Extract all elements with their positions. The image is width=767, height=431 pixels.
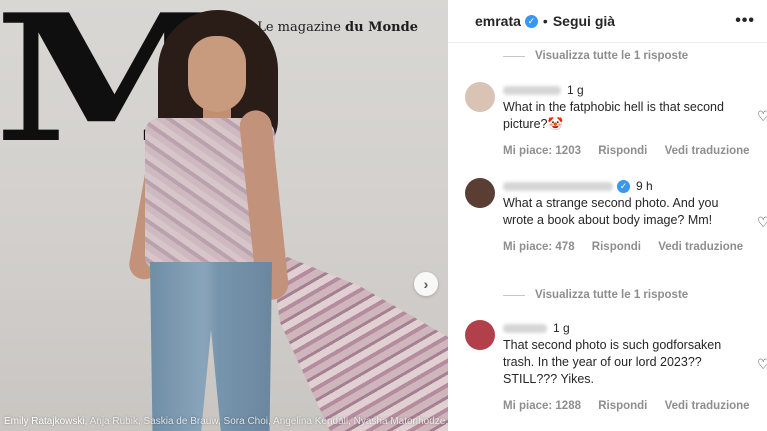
avatar[interactable]: [465, 178, 495, 208]
reply-button[interactable]: Rispondi: [592, 241, 641, 253]
following-button[interactable]: Segui già: [553, 13, 615, 29]
header-username[interactable]: emrata: [475, 13, 521, 29]
photo-caption: Emily Ratajkowski, Anja Rubik, Saskia de…: [4, 416, 448, 427]
view-replies-link[interactable]: Visualizza tutte le 1 risposte: [503, 289, 688, 301]
comment-body: 1 g That second photo is such godforsake…: [503, 320, 755, 412]
comment-actions: Mi piace: 478 Rispondi Vedi traduzione: [503, 241, 755, 253]
reply-button[interactable]: Rispondi: [598, 145, 647, 157]
comment-body: 1 g What in the fatphobic hell is that s…: [503, 82, 755, 157]
replies-line: [503, 294, 525, 296]
comment-username[interactable]: [503, 85, 561, 95]
caption-rest: Anja Rubik, Saskia de Brauw, Sora Choi, …: [87, 416, 448, 427]
comment-time: 1 g: [567, 83, 584, 97]
comment-time: 9 h: [636, 179, 653, 193]
translate-button[interactable]: Vedi traduzione: [665, 145, 750, 157]
comment-header: ✓ 9 h: [503, 178, 755, 194]
reply-button[interactable]: Rispondi: [598, 400, 647, 412]
likes-count[interactable]: Mi piace: 1288: [503, 400, 581, 412]
comment-username[interactable]: [503, 323, 547, 333]
more-options-icon[interactable]: •••: [735, 12, 755, 30]
comment-text: That second photo is such godforsaken tr…: [503, 338, 722, 386]
likes-count[interactable]: Mi piace: 1203: [503, 145, 581, 157]
verified-badge-icon: ✓: [524, 14, 538, 28]
likes-count[interactable]: Mi piace: 478: [503, 241, 575, 253]
view-replies-link[interactable]: Visualizza tutte le 1 risposte: [503, 50, 688, 62]
model-figure: [100, 0, 448, 431]
translate-button[interactable]: Vedi traduzione: [658, 241, 743, 253]
post-image[interactable]: M Le magazine du Monde › Emily Ratajkows…: [0, 0, 448, 431]
verified-badge-icon: ✓: [617, 179, 630, 193]
comment-text: What in the fatphobic hell is that secon…: [503, 100, 724, 131]
comment-body: ✓ 9 h What a strange second photo. And y…: [503, 178, 755, 253]
like-heart-icon[interactable]: ♡: [757, 357, 767, 371]
view-replies-label: Visualizza tutte le 1 risposte: [535, 289, 689, 301]
comment-time: 1 g: [553, 321, 570, 335]
next-image-button[interactable]: ›: [414, 272, 438, 296]
comments-panel: emrata ✓ • Segui già ••• Visualizza tutt…: [448, 0, 767, 431]
post-header: emrata ✓ • Segui già •••: [448, 0, 767, 43]
comment-text: What a strange second photo. And you wro…: [503, 196, 719, 227]
like-heart-icon[interactable]: ♡: [757, 109, 767, 123]
avatar[interactable]: [465, 82, 495, 112]
face: [188, 36, 246, 112]
header-separator: •: [542, 13, 548, 29]
like-heart-icon[interactable]: ♡: [757, 215, 767, 229]
caption-first: Emily Ratajkowski,: [4, 416, 88, 427]
comment-header: 1 g: [503, 320, 755, 336]
comment-actions: Mi piace: 1288 Rispondi Vedi traduzione: [503, 400, 755, 412]
view-replies-label: Visualizza tutte le 1 risposte: [535, 50, 689, 62]
comment-actions: Mi piace: 1203 Rispondi Vedi traduzione: [503, 145, 755, 157]
avatar[interactable]: [465, 320, 495, 350]
jeans: [150, 262, 272, 431]
translate-button[interactable]: Vedi traduzione: [665, 400, 750, 412]
replies-line: [503, 55, 525, 57]
comment-header: 1 g: [503, 82, 755, 98]
comment-username[interactable]: [503, 181, 613, 191]
